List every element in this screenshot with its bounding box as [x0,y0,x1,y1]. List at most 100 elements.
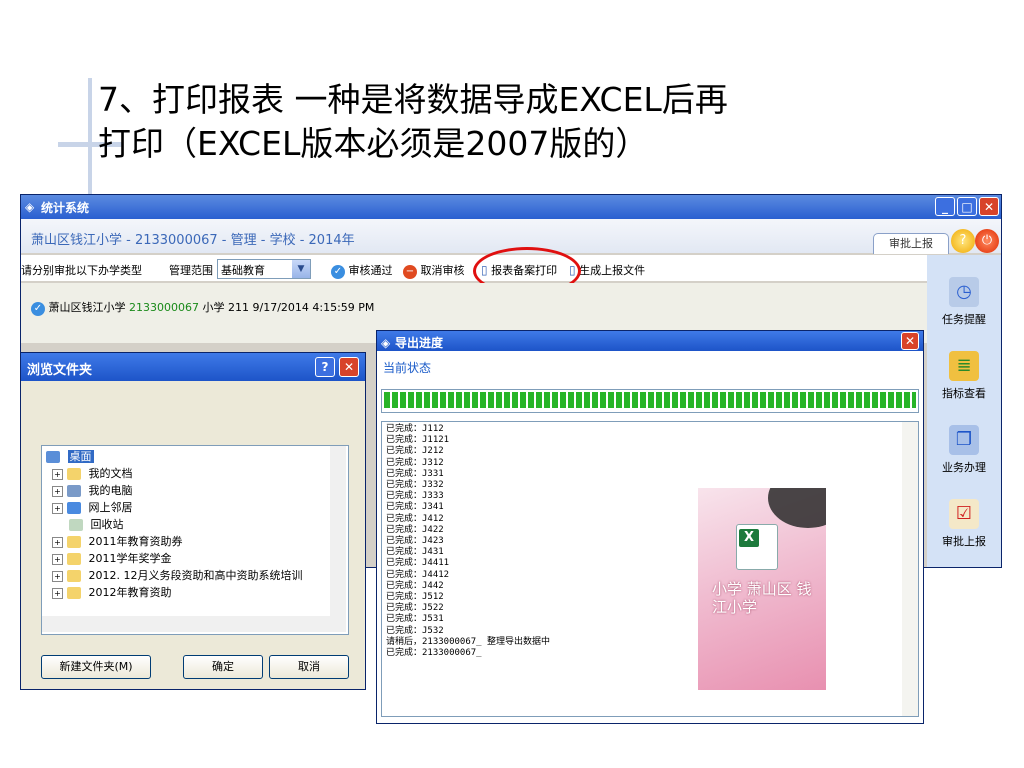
tree-item[interactable]: + 我的电脑 [52,482,133,497]
log-row: 已完成：J431 [386,547,444,558]
books-icon: ≣ [949,351,979,381]
tree-item[interactable]: 桌面 [46,448,94,463]
browse-folder-dialog: 浏览文件夹 ? ✕ 桌面 + 我的文档 + 我的电脑 + 网上邻居 回收站 + … [20,352,366,690]
toolbar-prompt: 请分别审批以下办学类型 [21,264,142,277]
log-row: 已完成：J212 [386,446,444,457]
right-panel-label: 任务提醒 [942,313,986,326]
cancel-button[interactable]: 取消 [269,655,349,679]
tree-item-label: 2012. 12月义务段资助和高中资助系统培训 [88,569,303,582]
log-row: 已完成：J422 [386,524,444,535]
browse-dialog-title: 浏览文件夹 [27,363,93,378]
school-info-line: 萧山区钱江小学 - 2133000067 - 管理 - 学校 - 2014年 [31,233,355,248]
minimize-button[interactable]: _ [935,197,955,216]
log-row: 已完成：J341 [386,502,444,513]
slide-title-line-2: 打印（EXCEL版本必须是2007版的） [98,124,649,163]
dialog-close-button[interactable]: ✕ [339,357,359,377]
slide-decor-vertical-line [88,78,92,196]
chevron-down-icon[interactable]: ▼ [292,260,310,278]
right-panel-label: 业务办理 [942,461,986,474]
tree-item-label: 2012年教育资助 [88,586,172,599]
right-panel-item-indicators[interactable]: ≣ 指标查看 [927,351,1001,401]
excel-file-icon: X [736,524,778,570]
right-panel: ◷ 任务提醒 ≣ 指标查看 ❐ 业务办理 ☑ 审批上报 [927,255,1001,567]
expand-icon[interactable]: + [52,468,63,480]
right-panel-item-reminder[interactable]: ◷ 任务提醒 [927,277,1001,327]
expand-icon[interactable]: + [52,587,63,599]
excel-x-icon: X [739,529,759,547]
expand-icon[interactable]: + [52,536,63,548]
browse-dialog-titlebar[interactable]: 浏览文件夹 ? ✕ [21,353,365,381]
files-icon: ❐ [949,425,979,455]
log-row: 已完成：J1121 [386,435,450,446]
tree-item[interactable]: 回收站 [69,516,124,531]
folder-icon [67,587,81,599]
folder-tree[interactable]: 桌面 + 我的文档 + 我的电脑 + 网上邻居 回收站 + 2011年教育资助券… [41,445,349,635]
progress-bar-fill [384,392,916,408]
scope-label: 管理范围 [169,264,213,277]
network-icon [67,502,81,514]
tree-item[interactable]: + 2012. 12月义务段资助和高中资助系统培训 [52,567,302,582]
tree-item[interactable]: + 2011学年奖学金 [52,550,172,565]
clock-icon: ◷ [949,277,979,307]
check-icon: ✓ [331,265,345,279]
tree-item[interactable]: + 2012年教育资助 [52,584,172,599]
app-icon: ◈ [381,336,391,350]
cancel-approval-button[interactable]: − 取消审核 [403,262,465,279]
current-status-label: 当前状态 [383,361,432,375]
log-row: 已完成：J333 [386,491,444,502]
app-icon: ◈ [25,200,35,214]
scope-select[interactable]: 基础教育 ▼ [217,259,311,279]
tree-item[interactable]: + 网上邻居 [52,499,133,514]
main-titlebar[interactable]: ◈ 统计系统 _ □ ✕ [21,195,1001,219]
log-row: 已完成：J423 [386,536,444,547]
tree-item-label: 回收站 [90,518,124,531]
expand-icon[interactable]: + [52,570,63,582]
exit-button[interactable]: ⏻ [975,229,999,253]
expand-icon[interactable]: + [52,485,63,497]
tree-item-label: 2011学年奖学金 [88,552,172,565]
progress-close-button[interactable]: ✕ [901,332,919,350]
log-row: 已完成：J532 [386,625,444,636]
maximize-button[interactable]: □ [957,197,977,216]
approve-button-label: 审核通过 [348,264,393,277]
folder-icon [67,536,81,548]
approve-button[interactable]: ✓ 审核通过 [331,262,393,279]
status-school: 萧山区钱江小学 [48,301,126,314]
log-scrollbar[interactable] [902,422,918,716]
close-icon: ✕ [343,360,355,374]
desktop-icon [46,451,60,463]
close-icon: ✕ [904,334,916,348]
export-log[interactable]: 已完成：J112 已完成：J1121 已完成：J212 已完成：J312 已完成：J33… [381,421,919,717]
progress-titlebar[interactable]: ◈ 导出进度 ✕ [377,331,923,351]
help-button[interactable]: ? [951,229,975,253]
log-row: 已完成：J522 [386,603,444,614]
expand-icon[interactable]: + [52,502,63,514]
right-panel-item-business[interactable]: ❐ 业务办理 [927,425,1001,475]
help-icon: ? [321,360,329,374]
log-row: 已完成：J512 [386,592,444,603]
slide-title-line-1: 7、打印报表 一种是将数据导成EXCEL后再 [98,80,728,119]
slide-title: 7、打印报表 一种是将数据导成EXCEL后再 打印（EXCEL版本必须是2007… [98,78,978,166]
recycle-bin-icon [69,519,83,531]
export-progress-dialog: ◈ 导出进度 ✕ 当前状态 已完成：J112 已完成：J1121 已完成：J212 已… [376,330,924,724]
right-panel-label: 审批上报 [942,535,986,548]
tree-vertical-scrollbar[interactable] [330,446,346,616]
tree-horizontal-scrollbar[interactable] [42,616,346,632]
right-panel-item-approve[interactable]: ☑ 审批上报 [927,499,1001,549]
ok-button[interactable]: 确定 [183,655,263,679]
dialog-help-button[interactable]: ? [315,357,335,377]
maximize-icon: □ [961,200,973,214]
minimize-icon: _ [942,200,948,214]
log-row: 已完成：J331 [386,468,444,479]
log-row: 已完成：J332 [386,480,444,491]
tree-item-label: 我的电脑 [88,484,133,497]
close-button[interactable]: ✕ [979,197,999,216]
tab-approve-report[interactable]: 审批上报 [873,233,949,254]
expand-icon[interactable]: + [52,553,63,565]
new-folder-button[interactable]: 新建文件夹(M) [41,655,151,679]
tree-item[interactable]: + 2011年教育资助券 [52,533,183,548]
clipboard-check-icon: ☑ [949,499,979,529]
log-row: 已完成：2133000067_ [386,648,482,659]
tree-item[interactable]: + 我的文档 [52,465,133,480]
computer-icon [67,485,81,497]
